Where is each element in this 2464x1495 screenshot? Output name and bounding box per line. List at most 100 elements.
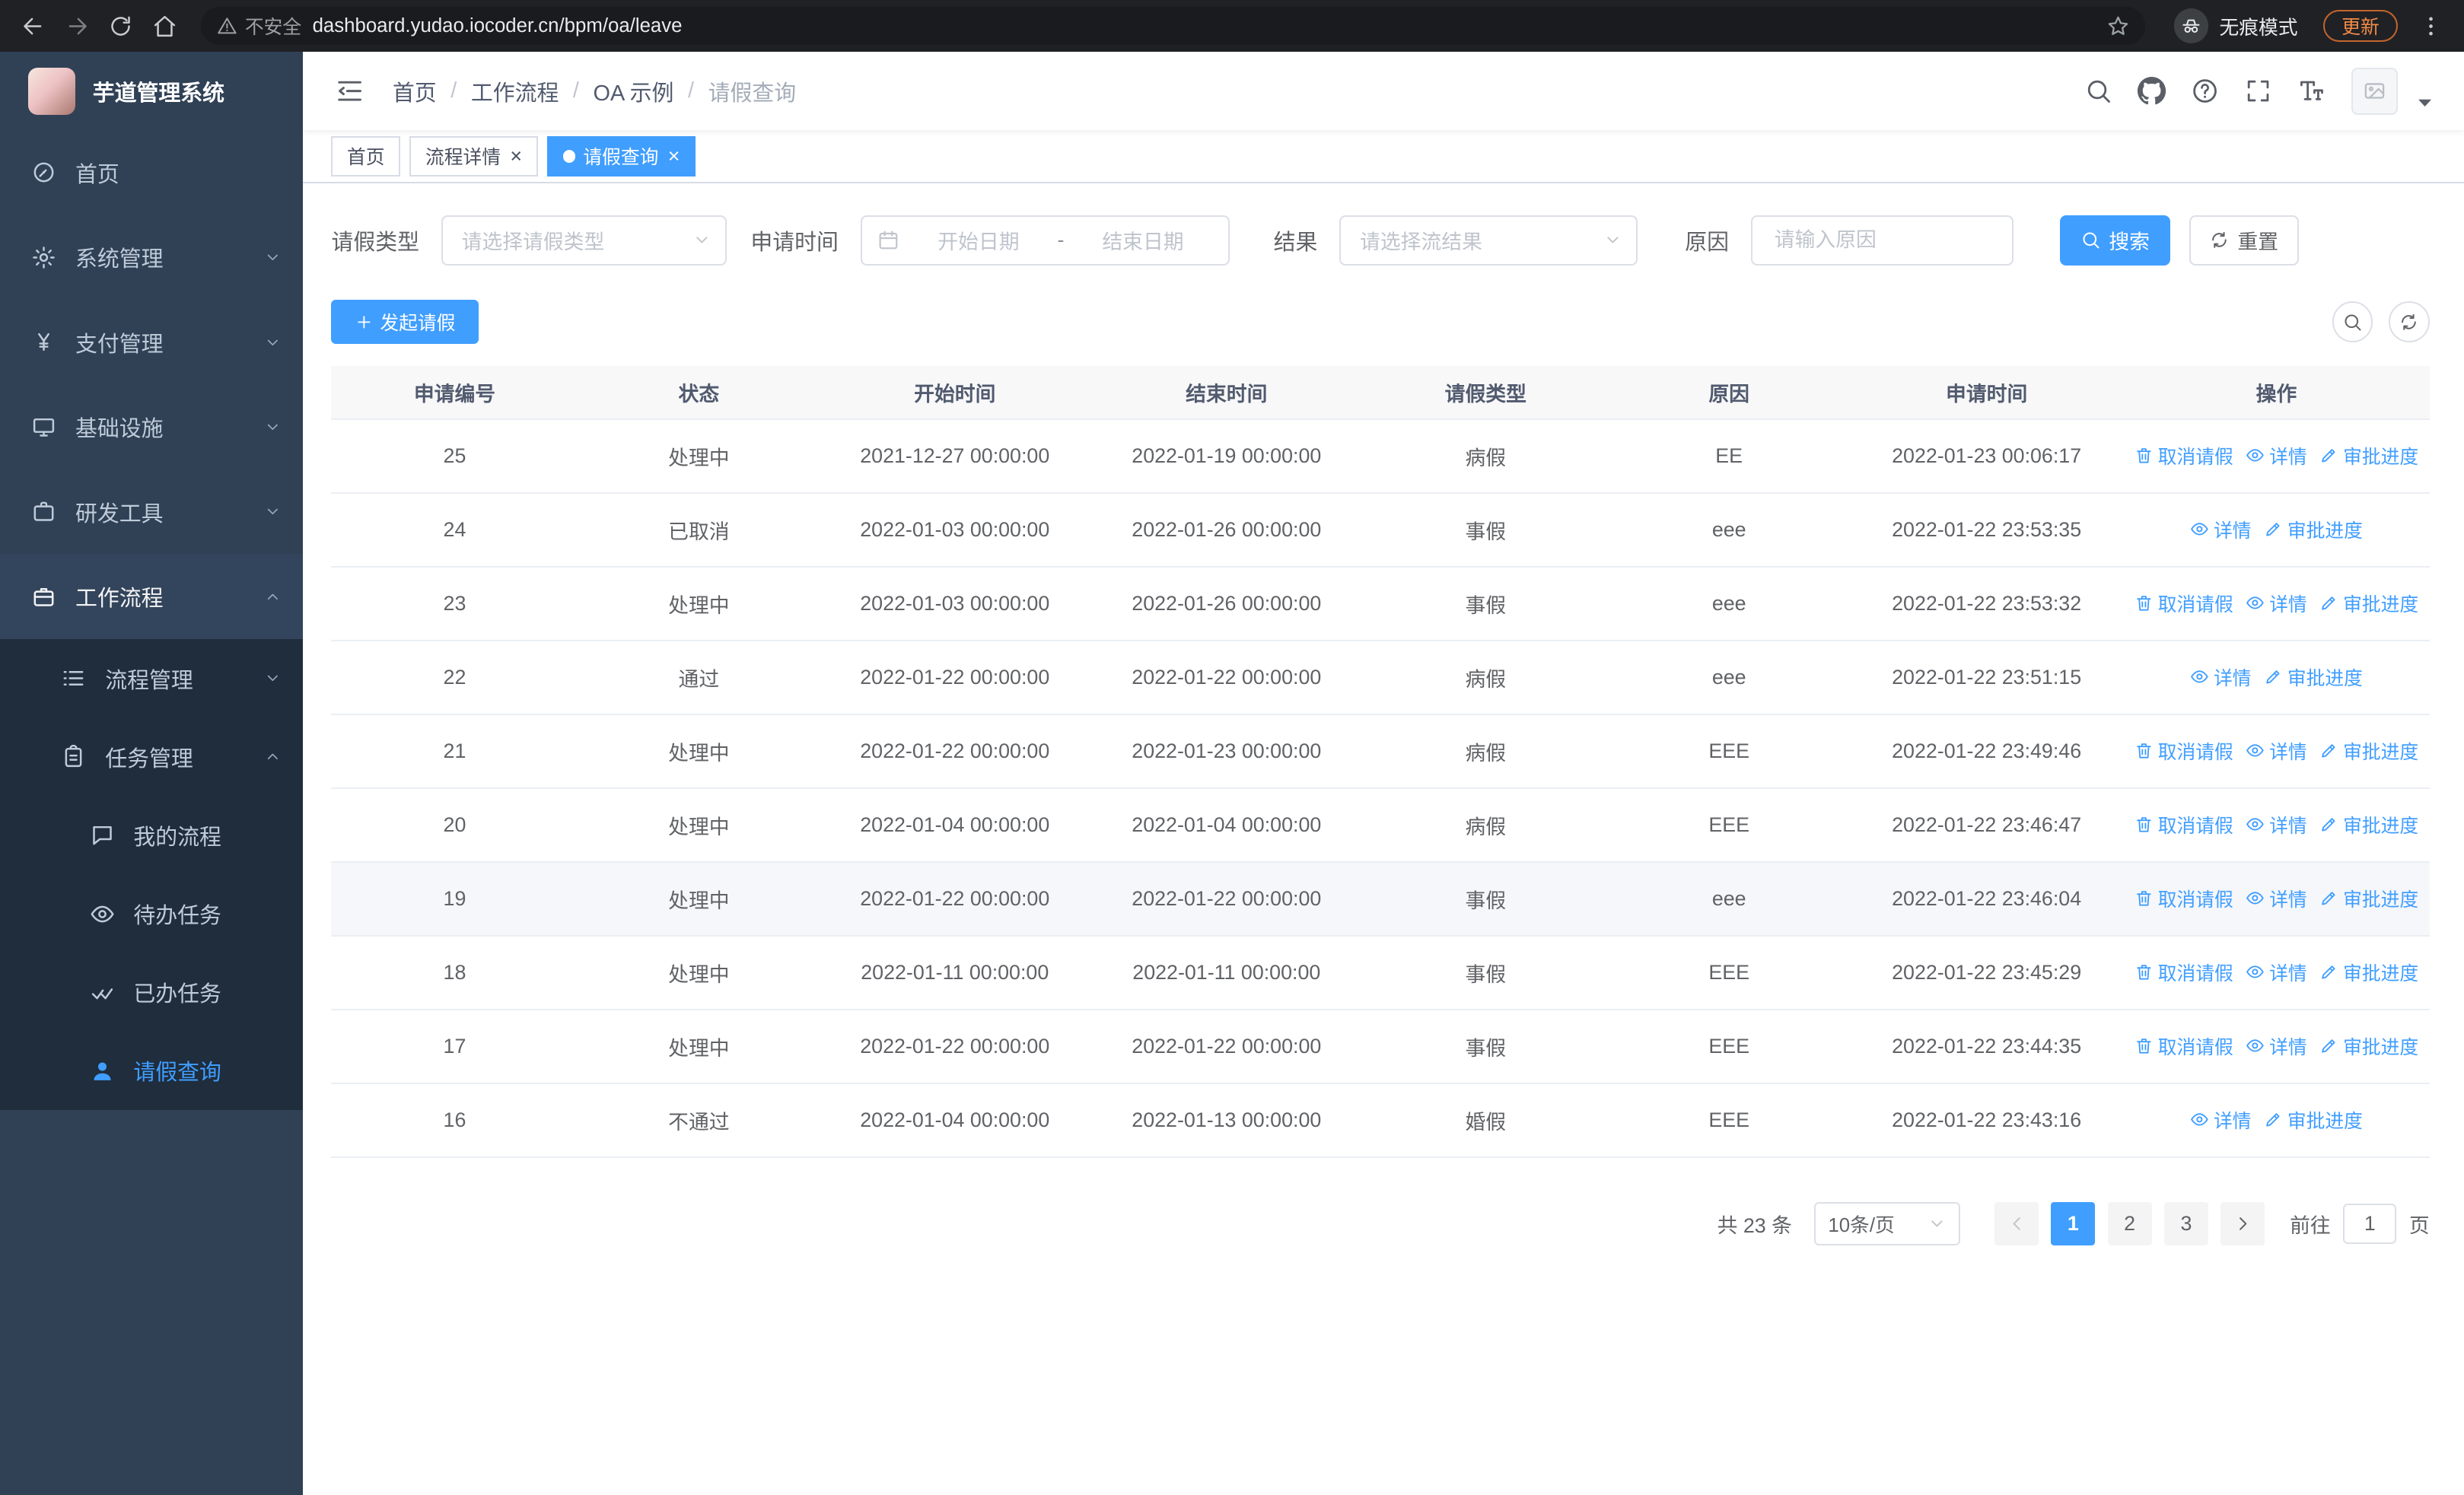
search-icon[interactable] [2084, 77, 2112, 105]
close-icon[interactable]: × [668, 146, 680, 167]
cell-end-time: 2022-01-26 00:00:00 [1090, 492, 1364, 568]
approval-progress-link[interactable]: 审批进度 [2319, 959, 2418, 986]
github-icon[interactable] [2137, 77, 2166, 105]
table-row: 23 处理中 2022-01-03 00:00:00 2022-01-26 00:00… [331, 566, 2430, 641]
pen-icon [2319, 1036, 2338, 1055]
search-button-label: 搜索 [2109, 231, 2150, 254]
refresh-table-button[interactable] [2389, 301, 2430, 342]
sidebar-item-done-tasks[interactable]: 已办任务 [0, 953, 304, 1032]
detail-link[interactable]: 详情 [2246, 590, 2307, 617]
cell-reason: EEE [1608, 787, 1851, 863]
font-size-icon[interactable] [2297, 77, 2326, 105]
goto-page-input[interactable] [2343, 1203, 2397, 1245]
detail-link[interactable]: 详情 [2246, 885, 2307, 912]
leave-type-select[interactable]: 请选择请假类型 [441, 215, 727, 266]
approval-progress-link[interactable]: 审批进度 [2319, 885, 2418, 912]
approval-progress-link[interactable]: 审批进度 [2319, 737, 2418, 765]
table-row: 25 处理中 2021-12-27 00:00:00 2022-01-19 00:00… [331, 418, 2430, 494]
help-icon[interactable] [2191, 77, 2219, 105]
breadcrumb-item[interactable]: OA 示例 [594, 75, 674, 107]
cell-apply-time: 2022-01-22 23:51:15 [1850, 640, 2124, 715]
browser-update-button[interactable]: 更新 [2322, 10, 2399, 42]
sidebar-item-system[interactable]: 系统管理 [0, 215, 303, 300]
apply-time-range-picker[interactable]: 开始日期 - 结束日期 [860, 215, 1230, 266]
sidebar-item-leave-query[interactable]: 请假查询 [0, 1031, 304, 1111]
sidebar-item-devtools[interactable]: 研发工具 [0, 469, 303, 554]
user-menu-caret-icon[interactable] [2411, 88, 2439, 116]
approval-progress-link[interactable]: 审批进度 [2319, 1032, 2418, 1060]
cell-id: 25 [331, 418, 578, 494]
approval-progress-link[interactable]: 审批进度 [2264, 516, 2363, 543]
sidebar-item-process-mgmt[interactable]: 流程管理 [0, 638, 304, 718]
detail-link[interactable]: 详情 [2246, 442, 2307, 469]
table-toolbar: 发起请假 [331, 300, 2430, 344]
browser-back-button[interactable] [13, 5, 54, 46]
breadcrumb-item[interactable]: 首页 [393, 75, 437, 107]
bookmark-star-icon[interactable] [2106, 14, 2130, 38]
cell-reason: eee [1608, 492, 1851, 568]
collapse-sidebar-icon[interactable] [335, 76, 365, 106]
tab-leave-query[interactable]: 请假查询 × [547, 135, 696, 177]
approval-progress-link[interactable]: 审批进度 [2264, 663, 2363, 691]
screen: 不安全 dashboard.yudao.iocoder.cn/bpm/oa/le… [0, 0, 2464, 1495]
result-select[interactable]: 请选择流结果 [1339, 215, 1638, 266]
home-icon [152, 14, 177, 39]
column-header: 请假类型 [1363, 365, 1609, 420]
create-leave-button[interactable]: 发起请假 [331, 300, 479, 344]
page-button-2[interactable]: 2 [2107, 1201, 2152, 1246]
cancel-leave-link[interactable]: 取消请假 [2135, 885, 2233, 912]
sidebar-item-label: 我的流程 [133, 825, 221, 850]
prev-page-button[interactable] [1994, 1201, 2039, 1246]
browser-forward-button[interactable] [56, 5, 97, 46]
browser-reload-button[interactable] [100, 5, 142, 46]
close-icon[interactable]: × [510, 146, 522, 167]
breadcrumb-item[interactable]: 工作流程 [471, 75, 559, 107]
fullscreen-icon[interactable] [2244, 77, 2272, 105]
sidebar-item-home[interactable]: 首页 [0, 130, 303, 215]
cell-start-time: 2022-01-04 00:00:00 [820, 787, 1090, 863]
reset-button[interactable]: 重置 [2189, 215, 2299, 266]
eye-icon [2246, 889, 2265, 908]
cancel-leave-link[interactable]: 取消请假 [2135, 811, 2233, 838]
cancel-leave-link[interactable]: 取消请假 [2135, 737, 2233, 765]
sidebar-item-infrastructure[interactable]: 基础设施 [0, 385, 303, 469]
security-status[interactable]: 不安全 [217, 12, 301, 40]
toggle-search-button[interactable] [2332, 301, 2373, 342]
detail-link[interactable]: 详情 [2246, 959, 2307, 986]
tab-home[interactable]: 首页 [331, 135, 401, 177]
user-avatar[interactable] [2351, 67, 2399, 115]
goto-label: 前往 [2290, 1213, 2331, 1237]
sidebar-item-workflow[interactable]: 工作流程 [0, 554, 304, 639]
tab-process-detail[interactable]: 流程详情 × [409, 135, 538, 177]
next-page-button[interactable] [2220, 1201, 2265, 1246]
page-button-1[interactable]: 1 [2051, 1201, 2096, 1246]
detail-link[interactable]: 详情 [2246, 737, 2307, 765]
browser-home-button[interactable] [145, 5, 186, 46]
search-button[interactable]: 搜索 [2060, 215, 2170, 266]
sidebar: 芋道管理系统 首页 系统管理 支付管理 基础设施 研发工具 工作流程 流程管理 任务管理 我的流… [0, 52, 304, 1495]
sidebar-item-my-process[interactable]: 我的流程 [0, 796, 304, 875]
approval-progress-link[interactable]: 审批进度 [2319, 590, 2418, 617]
sidebar-item-todo-tasks[interactable]: 待办任务 [0, 874, 304, 953]
address-bar[interactable]: 不安全 dashboard.yudao.iocoder.cn/bpm/oa/le… [201, 7, 2146, 45]
chevron-down-icon [264, 418, 282, 436]
detail-link[interactable]: 详情 [2246, 811, 2307, 838]
cancel-leave-link[interactable]: 取消请假 [2135, 959, 2233, 986]
page-button-3[interactable]: 3 [2164, 1201, 2208, 1246]
approval-progress-link[interactable]: 审批进度 [2319, 442, 2418, 469]
page-size-select[interactable]: 10条/页 [1813, 1201, 1960, 1246]
approval-progress-link[interactable]: 审批进度 [2319, 811, 2418, 838]
detail-link[interactable]: 详情 [2190, 516, 2251, 543]
eye-icon [90, 902, 115, 927]
reason-input[interactable] [1756, 216, 2009, 264]
detail-link[interactable]: 详情 [2246, 1032, 2307, 1060]
cancel-leave-link[interactable]: 取消请假 [2135, 442, 2233, 469]
cancel-leave-link[interactable]: 取消请假 [2135, 1032, 2233, 1060]
cancel-leave-link[interactable]: 取消请假 [2135, 590, 2233, 617]
browser-menu-button[interactable] [2411, 5, 2452, 46]
approval-progress-link[interactable]: 审批进度 [2264, 1106, 2363, 1134]
detail-link[interactable]: 详情 [2190, 663, 2251, 691]
sidebar-item-payment[interactable]: 支付管理 [0, 300, 303, 384]
sidebar-item-task-mgmt[interactable]: 任务管理 [0, 717, 304, 797]
detail-link[interactable]: 详情 [2190, 1106, 2251, 1134]
